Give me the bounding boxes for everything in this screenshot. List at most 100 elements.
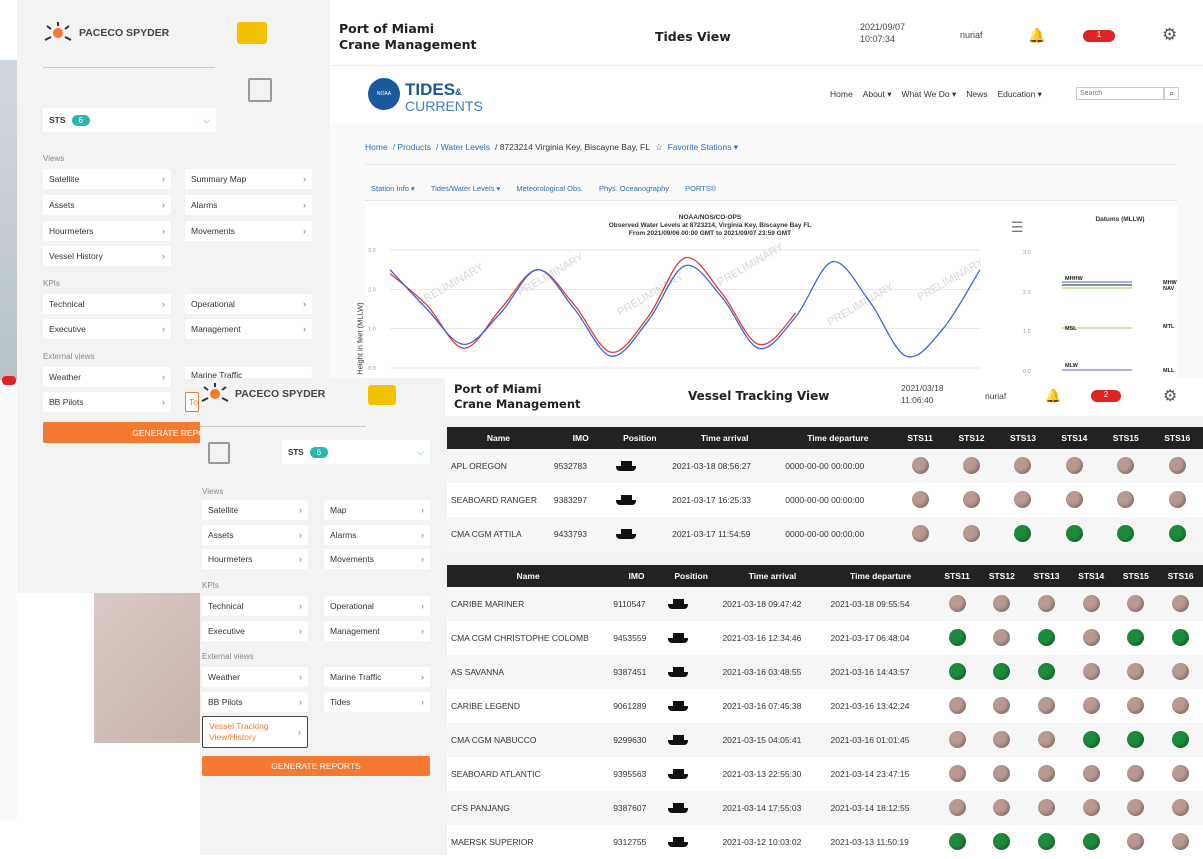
time-arrival: 2021-03-14 17:55:03 [718,791,826,825]
vessel-imo: 9395563 [609,757,664,791]
building-icon [248,78,272,102]
subnav-tides-water-levels[interactable]: Tides/Water Levels ▾ [431,184,501,193]
ext-weather[interactable]: Weather› [43,367,171,387]
nav-about[interactable]: About ▾ [863,89,892,100]
nav-what-we-do[interactable]: What We Do ▾ [902,89,957,100]
vessel-tracking-button[interactable]: Vessel Tracking View/History› [202,716,308,748]
ext-bb-pilots[interactable]: BB Pilots› [202,692,308,712]
nav-education[interactable]: Education ▾ [997,89,1041,100]
table-row[interactable]: CFS PANJANG93876072021-03-14 17:55:03202… [447,791,1203,825]
view-label: Satellite [208,505,238,515]
view-movements[interactable]: Movements› [324,549,430,569]
view-summary-map[interactable]: Summary Map› [185,169,312,189]
kpi-technical[interactable]: Technical› [202,596,308,616]
sts-cell [935,587,980,621]
ext-tides[interactable]: Tides› [324,692,430,712]
nav-news[interactable]: News [966,89,987,100]
sts-select[interactable]: STS6 ⌵ [282,440,430,464]
table-row[interactable]: SEABOARD ATLANTIC93955632021-03-13 22:55… [447,757,1203,791]
time-departure: 2021-03-16 14:43:57 [827,655,935,689]
sts-cell [979,791,1024,825]
table-row[interactable]: CMA CGM NABUCCO92996302021-03-15 04:05:4… [447,723,1203,757]
position-cell [664,757,719,791]
sts-inactive-indicator [963,457,980,474]
kpi-management[interactable]: Management› [324,621,430,641]
view-movements[interactable]: Movements› [185,221,312,241]
time-arrival: 2021-03-18 09:47:42 [718,587,826,621]
datum-mtl: MTL [1163,324,1175,330]
sts-cell [979,689,1024,723]
view-hourmeters[interactable]: Hourmeters› [202,549,308,569]
table-row[interactable]: CMA CGM ATTILA94337932021-03-17 11:54:59… [447,517,1203,551]
search-icon[interactable]: ⌕ [1164,87,1179,100]
kpi-executive[interactable]: Executive› [43,319,171,339]
column-header: STS14 [1049,427,1100,449]
divider [200,426,366,427]
crumb-water-levels[interactable]: / Water Levels [436,142,490,153]
nav-home[interactable]: Home [830,89,853,100]
view-satellite[interactable]: Satellite› [43,169,171,189]
subnav-meteorological[interactable]: Meteorological Obs. [516,184,583,193]
subnav-ports[interactable]: PORTS® [685,184,716,193]
kpi-management[interactable]: Management› [185,319,312,339]
table-row[interactable]: CARIBE MARINER91105472021-03-18 09:47:42… [447,587,1203,621]
subnav-station-info[interactable]: Station Info ▾ [371,184,415,193]
header-port-subtitle: Crane Management [339,37,477,53]
table-row[interactable]: MAERSK SUPERIOR93127552021-03-12 10:03:0… [447,825,1203,859]
kpi-executive[interactable]: Executive› [202,621,308,641]
kpis-section-label: KPIs [43,279,60,288]
sts-active-indicator [1066,525,1083,542]
table-row[interactable]: CMA CGM CHRISTOPHE COLOMB94535592021-03-… [447,621,1203,655]
favorite-stations[interactable]: Favorite Stations ▾ [668,142,738,153]
alert-count-badge[interactable]: 1 [1083,30,1115,42]
gear-icon[interactable]: ⚙ [1162,25,1177,45]
sts-cell [1158,587,1203,621]
search-input[interactable] [1076,87,1164,100]
sts-inactive-indicator [1083,765,1100,782]
sts-inactive-indicator [949,765,966,782]
header-date: 2021/09/07 [860,21,905,33]
view-vessel-history[interactable]: Vessel History› [43,246,171,266]
view-label: Hourmeters [49,226,93,236]
sts-cell [1049,483,1100,517]
time-departure: 2021-03-13 11:50:19 [827,825,935,859]
nav-label: Education [997,89,1035,99]
alert-count-badge[interactable]: 2 [1091,390,1121,402]
view-alarms[interactable]: Alarms› [324,525,430,545]
time-arrival: 2021-03-12 10:03:02 [718,825,826,859]
crumb-home[interactable]: Home [365,142,388,153]
ext-bb-pilots[interactable]: BB Pilots› [43,392,171,412]
table-row[interactable]: AS SAVANNA93874512021-03-16 03:48:552021… [447,655,1203,689]
position-cell [664,587,719,621]
kpi-technical[interactable]: Technical› [43,294,171,314]
view-satellite[interactable]: Satellite› [202,500,308,520]
sts-cell [1114,621,1159,655]
table-row[interactable]: SEABOARD RANGER93832972021-03-17 16:25:3… [447,483,1203,517]
kpi-operational[interactable]: Operational› [185,294,312,314]
star-icon[interactable]: ☆ [655,142,663,153]
bell-icon[interactable]: 🔔 [1045,388,1061,404]
ext-weather[interactable]: Weather› [202,667,308,687]
view-assets[interactable]: Assets› [202,525,308,545]
table-row[interactable]: CARIBE LEGEND90612892021-03-16 07:45:382… [447,689,1203,723]
chevron-right-icon: › [299,554,302,564]
subnav-phys-oceanography[interactable]: Phys. Oceanography [599,184,669,193]
bell-icon[interactable]: 🔔 [1028,27,1045,44]
gear-icon[interactable]: ⚙ [1163,386,1177,406]
chart-menu-icon[interactable]: ☰ [1011,219,1024,236]
view-map[interactable]: Map› [324,500,430,520]
generate-reports-button[interactable]: GENERATE REPORTS [202,756,430,776]
kpi-operational[interactable]: Operational› [324,596,430,616]
view-alarms[interactable]: Alarms› [185,195,312,215]
chevron-right-icon: › [162,372,165,382]
sts-inactive-indicator [1038,595,1055,612]
ext-tides[interactable]: To [185,392,199,412]
crumb-products[interactable]: / Products [393,142,431,153]
view-hourmeters[interactable]: Hourmeters› [43,221,171,241]
ext-marine-traffic[interactable]: Marine Traffic› [324,667,430,687]
ship-icon [668,632,688,643]
sts-select[interactable]: STS6 ⌵ [43,108,216,132]
table-row[interactable]: APL OREGON95327832021-03-18 08:56:270000… [447,449,1203,483]
sts-inactive-indicator [1014,491,1031,508]
view-assets[interactable]: Assets› [43,195,171,215]
